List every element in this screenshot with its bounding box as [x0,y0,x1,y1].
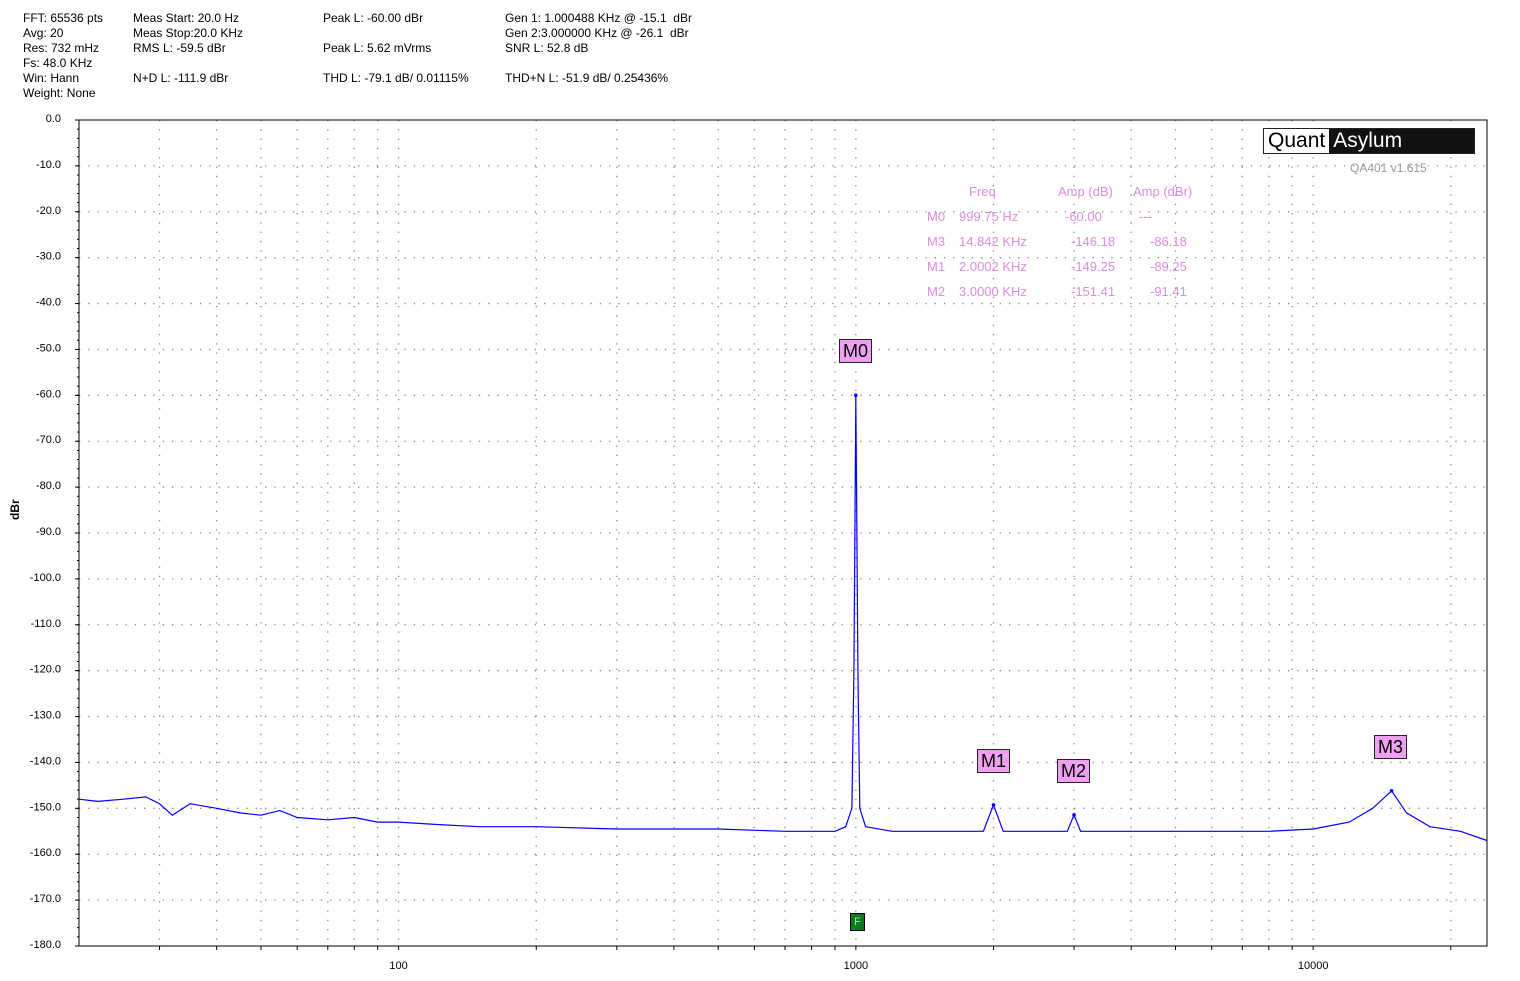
y-tick-label: -80.0 [36,480,61,492]
logo-text-right: Asylum [1329,129,1474,153]
plot-frame [78,119,1488,947]
y-tick-label: -170.0 [30,893,61,905]
y-tick-label: -110.0 [31,618,61,630]
marker-freq: 2.0002 KHz [959,259,1027,274]
marker-id: M1 [927,259,946,274]
version-label: QA401 v1.615 [1350,161,1427,175]
marker-amp-dbr: --- [1139,209,1152,224]
marker-amp-dbr: -86.18 [1150,234,1187,249]
grid-layer [79,120,1487,946]
y-tick-label: -120.0 [30,664,61,676]
marker-amp-db: -60.00 [1065,209,1102,224]
y-tick-label: -130.0 [30,710,61,722]
marker-freq: 999.75 Hz [959,209,1019,224]
marker-freq: 3.0000 KHz [959,284,1027,299]
header-freq: Freq [969,184,996,199]
marker-label-m0[interactable]: M0 [839,339,873,363]
y-tick-label: -10.0 [36,159,61,171]
quantasylum-logo: Quant Asylum [1263,128,1475,154]
header-amp-dbr: Amp (dBr) [1133,184,1193,199]
marker-label-m1[interactable]: M1 [977,749,1011,773]
series-layer [78,393,1488,842]
y-tick-label: -50.0 [36,342,61,354]
marker-amp-db: -146.18 [1071,234,1116,249]
marker-point-m0 [854,393,858,398]
spectrum-line [78,395,1488,842]
y-tick-label: -90.0 [36,526,61,538]
y-tick-label: -20.0 [36,205,61,217]
fundamental-marker[interactable]: F [850,913,865,931]
y-tick-label: 0.0 [46,113,61,125]
y-tick-label: -40.0 [36,297,61,309]
y-tick-label: -180.0 [30,939,61,951]
marker-label-m3[interactable]: M3 [1374,735,1408,759]
y-tick-label: -160.0 [30,847,61,859]
header-amp-db: Amp (dB) [1058,184,1113,199]
marker-amp-db: -149.25 [1071,259,1116,274]
y-tick-label: -150.0 [30,801,61,813]
y-tick-label: -100.0 [30,572,61,584]
marker-id: M2 [927,284,946,299]
marker-id: M0 [927,209,946,224]
marker-point-m1 [991,803,996,807]
x-tick-label: 1000 [844,960,868,972]
y-tick-label: -140.0 [30,755,61,767]
y-tick-label: -70.0 [36,434,61,446]
marker-freq: 14.842 KHz [959,234,1027,249]
marker-point-m2 [1072,813,1076,817]
marker-amp-db: -151.41 [1071,284,1116,299]
x-tick-label: 100 [389,960,407,972]
marker-point-m3 [1389,789,1394,793]
y-tick-label: -60.0 [36,388,61,400]
x-tick-label: 10000 [1298,960,1329,972]
marker-label-m2[interactable]: M2 [1057,759,1091,783]
marker-amp-dbr: -91.41 [1150,284,1187,299]
logo-text-left: Quant [1264,129,1330,153]
marker-id: M3 [927,234,946,249]
marker-amp-dbr: -89.25 [1150,259,1187,274]
y-tick-label: -30.0 [36,251,61,263]
